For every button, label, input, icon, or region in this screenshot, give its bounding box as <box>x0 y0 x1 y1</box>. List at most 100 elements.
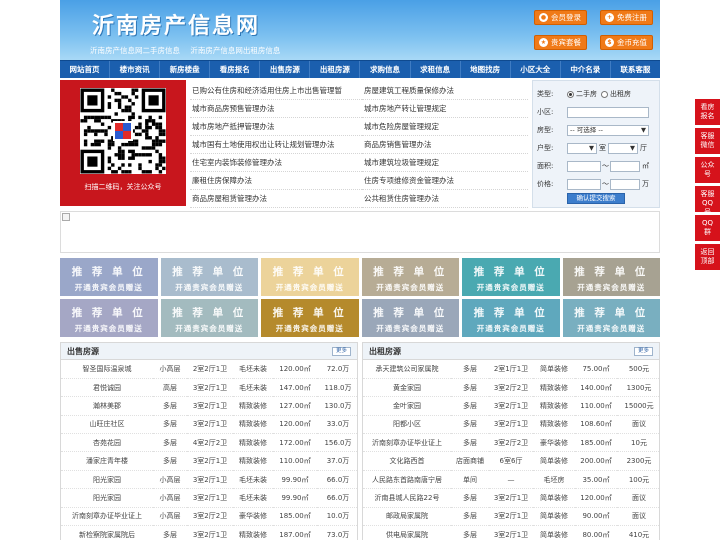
nav-item-1[interactable]: 楼市资讯 <box>110 61 161 78</box>
recommended-unit-slot[interactable]: 推 荐 单 位开通贵宾会员赠送 <box>361 258 459 296</box>
recommended-unit-slot[interactable]: 推 荐 单 位开通贵宾会员赠送 <box>60 299 158 337</box>
table-cell[interactable]: 新检察院家属院后 <box>61 525 153 540</box>
hall-select[interactable]: ▼ <box>608 142 638 154</box>
search-submit-button[interactable]: 确认提交搜索 <box>567 193 625 204</box>
side-button-3[interactable]: 客服QQ号 <box>695 186 720 216</box>
table-row[interactable]: 金叶家园 多层 3室2厅1卫 精致装修 110.00㎡ 15000元 <box>363 396 659 416</box>
recommended-unit-slot[interactable]: 推 荐 单 位开通贵宾会员赠送 <box>562 299 660 337</box>
recommended-unit-slot[interactable]: 推 荐 单 位开通贵宾会员赠送 <box>60 258 158 296</box>
nav-item-6[interactable]: 求购信息 <box>360 61 411 78</box>
policy-link[interactable]: 城市国有土地使用权出让转让规划管理办法 <box>190 136 362 154</box>
table-cell[interactable]: 阳光家园 <box>61 470 153 490</box>
vip-package-button[interactable]: ★ 贵宾套餐 <box>534 35 587 50</box>
policy-link[interactable]: 已购公有住房和经济适用住房上市出售管理暂 <box>190 82 362 100</box>
table-cell[interactable]: 供电局家属院 <box>363 525 451 540</box>
nav-item-10[interactable]: 中介名录 <box>561 61 611 78</box>
table-cell[interactable]: 文化路西首 <box>363 451 451 471</box>
nav-item-11[interactable]: 联系客服 <box>611 61 660 78</box>
table-cell[interactable]: 阳都小区 <box>363 415 451 435</box>
table-row[interactable]: 文化路西首 店面商铺 6室6厅 简单装修 200.00㎡ 2300元 <box>363 451 659 471</box>
radio-rent-label[interactable]: 出租房 <box>610 89 631 99</box>
policy-link[interactable]: 商品房销售管理办法 <box>362 136 528 154</box>
table-cell[interactable]: 智圣国际温泉城 <box>61 360 153 379</box>
nav-item-5[interactable]: 出租房源 <box>310 61 361 78</box>
side-button-2[interactable]: 公众号 <box>695 157 720 183</box>
table-cell[interactable]: 承天建筑公司家属院 <box>363 360 451 379</box>
side-button-0[interactable]: 看房报名 <box>695 99 720 125</box>
policy-link[interactable]: 城市房地产抵押管理办法 <box>190 118 362 136</box>
policy-link[interactable]: 城市建筑垃圾管理规定 <box>362 154 528 172</box>
table-cell[interactable]: 沂南县城人民路22号 <box>363 488 451 508</box>
table-row[interactable]: 供电局家属院 多层 3室2厅1卫 简单装修 80.00㎡ 410元 <box>363 525 659 540</box>
table-row[interactable]: 君悦诚园 高层 3室2厅1卫 毛坯未装 147.00㎡ 118.0万 <box>61 378 357 398</box>
table-row[interactable]: 阳都小区 多层 3室2厅1卫 精致装修 108.60㎡ 面议 <box>363 415 659 435</box>
area-max-input[interactable] <box>610 160 640 172</box>
area-min-input[interactable] <box>567 160 601 172</box>
nav-item-0[interactable]: 网站首页 <box>60 61 111 78</box>
nav-item-7[interactable]: 求租信息 <box>411 61 461 78</box>
table-cell[interactable]: 杏苑花园 <box>61 433 153 453</box>
tagline-sale[interactable]: 沂南房产信息网二手房信息 <box>90 46 180 55</box>
nav-item-9[interactable]: 小区大全 <box>511 61 561 78</box>
rent-more-button[interactable]: 更多 <box>633 347 653 356</box>
policy-link[interactable]: 城市商品房预售管理办法 <box>190 100 362 118</box>
nav-item-2[interactable]: 新房楼盘 <box>160 61 211 78</box>
table-cell[interactable]: 金叶家园 <box>363 396 451 416</box>
table-row[interactable]: 新检察院家属院后 多层 3室2厅1卫 精致装修 187.00㎡ 73.0万 <box>61 525 357 540</box>
recommended-unit-slot[interactable]: 推 荐 单 位开通贵宾会员赠送 <box>462 258 560 296</box>
table-row[interactable]: 人民路东首路南唐宁居 单间 — 毛坯房 35.00㎡ 100元 <box>363 470 659 490</box>
room-select[interactable]: ▼ <box>567 142 597 154</box>
table-row[interactable]: 杏苑花园 多层 4室2厅2卫 精致装修 172.00㎡ 156.0万 <box>61 433 357 453</box>
policy-link[interactable]: 住宅室内装饰装修管理办法 <box>190 154 362 172</box>
table-row[interactable]: 邮政局家属院 多层 3室2厅1卫 简单装修 90.00㎡ 面议 <box>363 507 659 527</box>
table-cell[interactable]: 山旺庄社区 <box>61 415 153 435</box>
table-cell[interactable]: 邮政局家属院 <box>363 507 451 527</box>
table-row[interactable]: 瀚林美郡 多层 3室2厅1卫 精致装修 127.00㎡ 130.0万 <box>61 396 357 416</box>
price-max-input[interactable] <box>610 178 640 190</box>
table-row[interactable]: 承天建筑公司家属院 多层 2室1厅1卫 简单装修 75.00㎡ 500元 <box>363 360 659 379</box>
site-logo[interactable]: 沂南房产信息网 <box>92 8 260 40</box>
table-row[interactable]: 山旺庄社区 多层 3室2厅1卫 精致装修 120.00㎡ 33.0万 <box>61 415 357 435</box>
table-row[interactable]: 沂南县城人民路22号 多层 3室2厅1卫 简单装修 120.00㎡ 面议 <box>363 488 659 508</box>
table-cell[interactable]: 瀚林美郡 <box>61 396 153 416</box>
nav-item-3[interactable]: 看房报名 <box>210 61 261 78</box>
table-row[interactable]: 黄金家园 多层 3室2厅2卫 精致装修 140.00㎡ 1300元 <box>363 378 659 398</box>
table-cell[interactable]: 阳光家园 <box>61 488 153 508</box>
policy-link[interactable]: 商品房屋租赁管理办法 <box>190 190 362 208</box>
recommended-unit-slot[interactable]: 推 荐 单 位开通贵宾会员赠送 <box>160 299 258 337</box>
table-cell[interactable]: 潘家庄青年楼 <box>61 451 153 471</box>
table-cell[interactable]: 黄金家园 <box>363 378 451 398</box>
table-row[interactable]: 沂南刻章办证毕业证上 小高层 3室2厅2卫 豪华装修 185.00㎡ 10.0万 <box>61 507 357 527</box>
recommended-unit-slot[interactable]: 推 荐 单 位开通贵宾会员赠送 <box>562 258 660 296</box>
policy-link[interactable]: 城市房地产转让管理规定 <box>362 100 528 118</box>
radio-secondhand[interactable] <box>567 90 574 98</box>
table-row[interactable]: 沂南刻章办证毕业证上 多层 3室2厅2卫 豪华装修 185.00㎡ 10元 <box>363 433 659 453</box>
banner-image[interactable] <box>60 211 660 253</box>
table-cell[interactable]: 君悦诚园 <box>61 378 153 398</box>
table-row[interactable]: 智圣国际温泉城 小高层 2室2厅1卫 毛坯未装 120.00㎡ 72.0万 <box>61 360 357 379</box>
policy-link[interactable]: 廉租住房保障办法 <box>190 172 362 190</box>
recommended-unit-slot[interactable]: 推 荐 单 位开通贵宾会员赠送 <box>160 258 258 296</box>
recommended-unit-slot[interactable]: 推 荐 单 位开通贵宾会员赠送 <box>261 258 359 296</box>
side-button-4[interactable]: QQ群 <box>695 215 720 241</box>
policy-link[interactable]: 住房专项维修资金管理办法 <box>362 172 528 190</box>
side-button-5[interactable]: 返回顶部 <box>695 244 720 270</box>
table-cell[interactable]: 沂南刻章办证毕业证上 <box>363 433 451 453</box>
policy-link[interactable]: 房屋建筑工程质量保修办法 <box>362 82 528 100</box>
community-input[interactable] <box>567 106 649 118</box>
housetype-select[interactable]: -- 可选择 -- ▼ <box>567 124 649 136</box>
coin-recharge-button[interactable]: $ 金币充值 <box>600 35 653 50</box>
recommended-unit-slot[interactable]: 推 荐 单 位开通贵宾会员赠送 <box>361 299 459 337</box>
tagline-rent[interactable]: 沂南房产信息网出租房信息 <box>190 46 280 55</box>
table-row[interactable]: 阳光家园 小高层 3室2厅1卫 毛坯未装 99.90㎡ 66.0万 <box>61 470 357 490</box>
nav-item-8[interactable]: 地图找房 <box>461 61 511 78</box>
radio-secondhand-label[interactable]: 二手房 <box>576 89 597 99</box>
login-button[interactable]: ● 会员登录 <box>534 10 587 25</box>
radio-rent[interactable] <box>601 90 608 98</box>
nav-item-4[interactable]: 出售房源 <box>260 61 311 78</box>
recommended-unit-slot[interactable]: 推 荐 单 位开通贵宾会员赠送 <box>462 299 560 337</box>
table-row[interactable]: 潘家庄青年楼 多层 3室2厅1卫 精致装修 110.00㎡ 37.0万 <box>61 451 357 471</box>
policy-link[interactable]: 公共租赁住房管理办法 <box>362 190 528 208</box>
table-row[interactable]: 阳光家园 小高层 3室2厅1卫 毛坯未装 99.90㎡ 66.0万 <box>61 488 357 508</box>
price-min-input[interactable] <box>567 178 601 190</box>
